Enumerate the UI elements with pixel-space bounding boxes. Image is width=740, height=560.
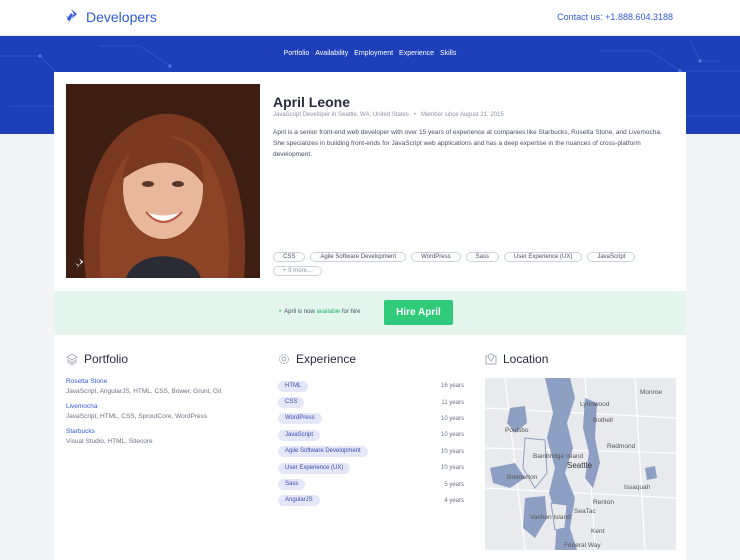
map-label: Redmond [607,443,636,450]
seattle-map: Monroe Lynnwood Poulsbo Bothell Redmond … [485,378,676,550]
map-label: Bremerton [507,474,538,481]
logo-link[interactable]: Developers [64,9,157,25]
experience-row: WordPress 10 years [278,411,464,427]
experience-years: 11 years [441,399,464,406]
skill-tag[interactable]: Agile Software Development [310,252,407,262]
separator-dot: • [413,112,416,118]
experience-skill[interactable]: JavaScript [278,429,321,441]
skill-tag[interactable]: WordPress [411,252,461,262]
skill-tag[interactable]: CSS [273,252,306,262]
gear-icon [279,354,289,364]
logo-text: Developers [86,9,157,25]
portfolio-title: Portfolio [84,352,129,366]
experience-years: 10 years [440,432,464,439]
location-map[interactable]: Monroe Lynnwood Poulsbo Bothell Redmond … [485,378,676,550]
experience-row: CSS 11 years [278,394,464,410]
experience-years: 10 years [440,448,464,455]
availability-status: • April is now available for hire [279,309,361,315]
skill-tags: CSS Agile Software Development WordPress… [273,252,673,276]
portfolio-list: Rosetta Stone JavaScript, AngularJS, HTM… [66,378,256,453]
toptal-logo-icon [65,9,77,25]
map-label: Poulsbo [505,427,529,434]
location-heading: Location [485,352,548,366]
portfolio-link[interactable]: Rosetta Stone [66,378,256,385]
experience-years: 10 years [440,415,464,422]
map-label: Federal Way [564,542,601,549]
location-title: Location [503,352,549,366]
experience-heading: Experience [278,352,356,366]
experience-years: 4 years [444,497,464,504]
portfolio-item: Starbucks Visual Studio, HTML, Sitecore [66,428,256,445]
availability-prefix: April is now [284,309,315,315]
availability-dot-icon: • [279,309,282,315]
profile-photo [66,84,260,278]
subnav-skills[interactable]: Skills [440,50,456,57]
profile-subnav: Portfolio Availability Employment Experi… [0,50,740,57]
availability-suffix: for hire [341,309,361,315]
map-pin-icon [485,353,497,365]
role-location: JavaScript Developer in Seattle, WA, Uni… [273,112,409,118]
experience-row: Sass 5 years [278,476,464,492]
subnav-experience[interactable]: Experience [399,50,434,57]
developer-name: April Leone [273,94,351,110]
toptal-watermark-icon [74,258,84,270]
experience-title: Experience [296,352,357,366]
skill-tag[interactable]: Sass [465,252,499,262]
portfolio-heading: Portfolio [66,352,128,366]
portfolio-item: Livemocha JavaScript, HTML, CSS, SproutC… [66,403,256,420]
experience-skill[interactable]: AngularJS [278,495,320,507]
map-label: Kent [591,528,605,535]
top-bar: Developers Contact us: +1.888.604.3188 [0,0,740,36]
experience-list: HTML 16 years CSS 11 years WordPress 10 yea… [278,378,464,509]
map-label: Issaquah [624,484,651,491]
experience-skill[interactable]: Agile Software Development [278,446,368,458]
portfolio-item: Rosetta Stone JavaScript, AngularJS, HTM… [66,378,256,395]
availability-word: available [316,309,341,315]
map-label: Renton [593,499,614,506]
skill-tag[interactable]: User Experience (UX) [503,252,583,262]
experience-row: User Experience (UX) 10 years [278,460,464,476]
bio-text: April is a senior front-end web develope… [273,129,662,158]
experience-row: HTML 16 years [278,378,464,394]
profile-meta: JavaScript Developer in Seattle, WA, Uni… [273,112,504,118]
experience-years: 5 years [444,481,464,488]
map-label: SeaTac [574,508,596,515]
hire-button[interactable]: Hire April [384,300,453,325]
experience-row: Agile Software Development 10 years [278,444,464,460]
member-since: Member since August 21, 2015 [420,112,504,118]
experience-skill[interactable]: HTML [278,380,309,392]
hire-bar: • April is now available for hire Hire Ap… [54,291,686,335]
experience-skill[interactable]: User Experience (UX) [278,462,351,474]
more-skills-tag[interactable]: + 9 more... [273,266,322,276]
experience-row: JavaScript 10 years [278,427,464,443]
portfolio-link[interactable]: Livemocha [66,403,256,410]
experience-skill[interactable]: WordPress [278,413,322,425]
map-label: Seattle [567,461,592,470]
portrait-illustration [66,84,260,278]
map-label: Bainbridge Island [533,453,584,460]
experience-row: AngularJS 4 years [278,493,464,509]
map-label: Lynnwood [580,401,610,408]
map-label: Bothell [593,417,613,424]
experience-years: 16 years [440,383,464,390]
portfolio-tech: JavaScript, AngularJS, HTML, CSS, Bower,… [66,388,222,395]
skill-tag[interactable]: JavaScript [587,252,636,262]
experience-years: 10 years [440,465,464,472]
portfolio-tech: JavaScript, HTML, CSS, SproutCore, WordP… [66,413,208,420]
layers-icon [66,353,78,365]
map-label: Vashon Island [530,514,571,521]
contact-phone-link[interactable]: Contact us: +1.888.604.3188 [557,12,673,22]
portfolio-tech: Visual Studio, HTML, Sitecore [66,438,153,445]
subnav-employment[interactable]: Employment [354,50,393,57]
subnav-portfolio[interactable]: Portfolio [284,50,310,57]
map-label: Monroe [640,389,662,396]
experience-skill[interactable]: Sass [278,479,306,491]
subnav-availability[interactable]: Availability [315,50,348,57]
portfolio-link[interactable]: Starbucks [66,428,256,435]
experience-skill[interactable]: CSS [278,397,305,409]
